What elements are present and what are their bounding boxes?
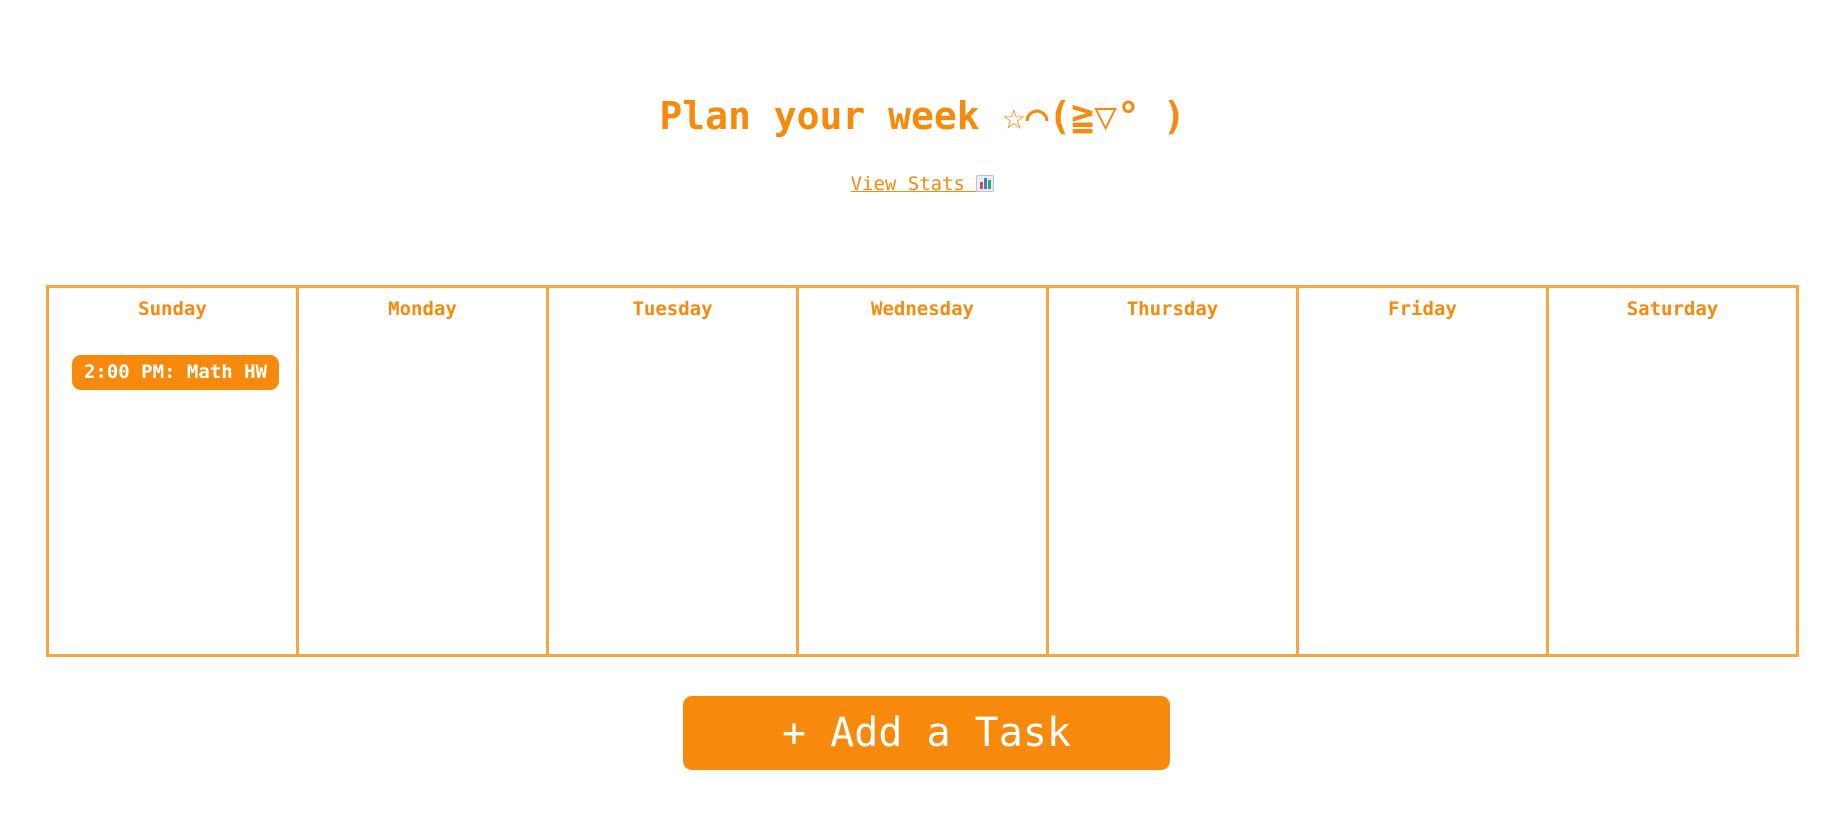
stats-link-container: View Stats: [0, 172, 1845, 196]
week-grid: Sunday 2:00 PM: Math HW Monday Tuesday W…: [46, 285, 1799, 657]
task-item[interactable]: 2:00 PM: Math HW: [72, 355, 279, 390]
day-column-friday[interactable]: Friday: [1299, 288, 1549, 654]
day-header: Thursday: [1126, 298, 1219, 320]
planner-page: Plan your week ☆⌒(≧▽° ) View Stats Sunda…: [0, 0, 1845, 830]
day-column-monday[interactable]: Monday: [299, 288, 549, 654]
day-column-thursday[interactable]: Thursday: [1049, 288, 1299, 654]
add-task-button[interactable]: + Add a Task: [683, 696, 1170, 770]
day-header: Monday: [388, 298, 457, 320]
day-header: Wednesday: [871, 298, 974, 320]
view-stats-label: View Stats: [850, 173, 977, 195]
day-header: Saturday: [1626, 298, 1719, 320]
day-column-saturday[interactable]: Saturday: [1549, 288, 1799, 654]
day-column-sunday[interactable]: Sunday 2:00 PM: Math HW: [49, 288, 299, 654]
page-title: Plan your week ☆⌒(≧▽° ): [659, 94, 1186, 138]
view-stats-link[interactable]: View Stats: [851, 173, 995, 195]
day-column-tuesday[interactable]: Tuesday: [549, 288, 799, 654]
day-header: Friday: [1388, 298, 1457, 320]
day-header: Sunday: [138, 298, 207, 320]
day-column-wednesday[interactable]: Wednesday: [799, 288, 1049, 654]
bar-chart-icon: [976, 175, 995, 192]
day-header: Tuesday: [632, 298, 713, 320]
